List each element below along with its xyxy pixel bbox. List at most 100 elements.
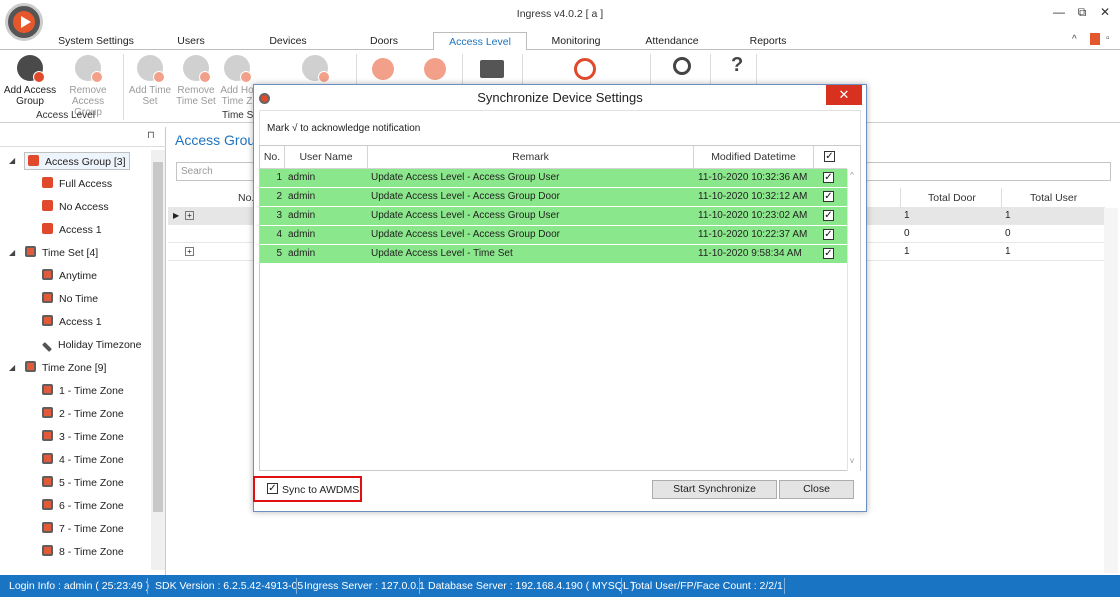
scroll-up-icon[interactable]: ^	[850, 171, 854, 180]
dialog-scrollbar[interactable]: ^ v	[847, 169, 860, 471]
tab-access-level[interactable]: Access Level	[433, 32, 527, 51]
table-row[interactable]: 5 admin Update Access Level - Time Set 1…	[260, 245, 847, 264]
clock-add-icon	[137, 55, 165, 83]
remove-circle-icon[interactable]	[424, 58, 446, 80]
column-total-door[interactable]: Total Door	[928, 192, 976, 204]
pin-icon[interactable]: ⊓	[147, 130, 155, 141]
dialog-close-icon[interactable]: ✕	[826, 85, 862, 105]
tree-item-label: Holiday Timezone	[58, 339, 142, 351]
sync-icon[interactable]	[574, 58, 596, 80]
tree-time-zone[interactable]: Time Zone [9]	[25, 359, 106, 377]
cell-remark: Update Access Level - Access Group User	[371, 210, 560, 221]
expand-row-icon[interactable]: +	[185, 211, 194, 220]
tree-item-label: 1 - Time Zone	[59, 385, 124, 397]
sync-awdms-checkbox[interactable]: ✓	[267, 483, 278, 494]
tree-item[interactable]: 7 - Time Zone	[42, 520, 124, 538]
tree-item[interactable]: Holiday Timezone	[42, 336, 141, 354]
search-icon[interactable]	[673, 57, 691, 75]
cell-total-door: 0	[904, 228, 910, 239]
cell-datetime: 11-10-2020 10:32:12 AM	[698, 191, 808, 202]
tab-monitoring[interactable]: Monitoring	[545, 32, 607, 51]
remove-time-set-label: Remove Time Set	[176, 85, 216, 107]
col-no[interactable]: No.	[260, 146, 285, 168]
tree-item-label: 6 - Time Zone	[59, 500, 124, 512]
col-modified-datetime[interactable]: Modified Datetime	[694, 146, 814, 168]
status-database-server: Database Server : 192.168.4.190 ( MYSQL …	[428, 580, 635, 592]
window-close-button[interactable]: ✕	[1096, 4, 1114, 20]
tab-users[interactable]: Users	[165, 32, 217, 51]
select-all-checkbox[interactable]: ✓	[824, 151, 835, 162]
col-remark[interactable]: Remark	[368, 146, 694, 168]
start-synchronize-button[interactable]: Start Synchronize	[652, 480, 777, 499]
tree-time-set[interactable]: Time Set [4]	[25, 244, 98, 262]
sync-awdms-label[interactable]: Sync to AWDMS	[282, 484, 359, 496]
remove-holiday-button[interactable]	[290, 52, 340, 85]
clock-icon	[42, 522, 53, 533]
lock-icon	[28, 155, 39, 166]
tab-system-settings[interactable]: System Settings	[55, 32, 137, 51]
tab-attendance[interactable]: Attendance	[640, 32, 704, 51]
help-icon[interactable]: ?	[731, 54, 743, 77]
cell-datetime: 11-10-2020 10:22:37 AM	[698, 229, 808, 240]
table-row[interactable]: 1 admin Update Access Level - Access Gro…	[260, 169, 847, 188]
minimize-button[interactable]: —	[1050, 4, 1068, 20]
tree-item[interactable]: 1 - Time Zone	[42, 382, 124, 400]
tree-item-label: 7 - Time Zone	[59, 523, 124, 535]
scroll-down-icon[interactable]: v	[850, 456, 854, 465]
tree-item[interactable]: Access 1	[42, 313, 102, 331]
scrollbar-thumb[interactable]	[153, 162, 163, 512]
table-row[interactable]: 3 admin Update Access Level - Access Gro…	[260, 207, 847, 226]
table-row[interactable]: 2 admin Update Access Level - Access Gro…	[260, 188, 847, 207]
tab-doors[interactable]: Doors	[358, 32, 410, 51]
tree-item[interactable]: No Time	[42, 290, 98, 308]
table-row[interactable]: 4 admin Update Access Level - Access Gro…	[260, 226, 847, 245]
tree-item[interactable]: 4 - Time Zone	[42, 451, 124, 469]
tree-item[interactable]: Full Access	[42, 175, 112, 193]
add-access-group-button[interactable]: Add Access Group	[2, 52, 58, 107]
tree-access-group[interactable]: Access Group [3]	[24, 152, 130, 170]
row-checkbox[interactable]: ✓	[823, 191, 834, 202]
tree-item[interactable]: 2 - Time Zone	[42, 405, 124, 423]
tab-devices[interactable]: Devices	[262, 32, 314, 51]
expand-arrow-icon[interactable]: ◢	[9, 156, 15, 165]
column-no[interactable]: No.	[238, 192, 254, 204]
cell-total-user: 1	[1005, 246, 1011, 257]
dialog-title: Synchronize Device Settings	[477, 90, 643, 105]
remove-time-set-button[interactable]: Remove Time Set	[171, 52, 221, 107]
row-checkbox[interactable]: ✓	[823, 229, 834, 240]
folder-user-icon[interactable]	[480, 60, 504, 78]
add-circle-icon[interactable]	[372, 58, 394, 80]
expand-arrow-icon[interactable]: ◢	[9, 363, 15, 372]
column-divider	[1001, 188, 1002, 208]
expand-row-icon[interactable]: +	[185, 247, 194, 256]
tree-item[interactable]: 8 - Time Zone	[42, 543, 124, 561]
row-checkbox[interactable]: ✓	[823, 210, 834, 221]
car-add-icon	[224, 55, 252, 83]
tab-reports[interactable]: Reports	[742, 32, 794, 51]
status-ingress-server: Ingress Server : 127.0.0.1	[304, 580, 425, 592]
row-checkbox[interactable]: ✓	[823, 248, 834, 259]
column-total-user[interactable]: Total User	[1030, 192, 1077, 204]
remove-access-group-button[interactable]: Remove Access Group	[60, 52, 116, 118]
close-button[interactable]: Close	[779, 480, 854, 499]
add-holiday-timezone-button[interactable]: Add Ho Time Z	[217, 52, 257, 107]
tree-item[interactable]: Anytime	[42, 267, 97, 285]
tree-item[interactable]: 5 - Time Zone	[42, 474, 124, 492]
col-user-name[interactable]: User Name	[285, 146, 368, 168]
tree-item[interactable]: No Access	[42, 198, 109, 216]
cell-no: 1	[276, 172, 282, 183]
cell-datetime: 11-10-2020 10:32:36 AM	[698, 172, 808, 183]
grid-scrollbar[interactable]	[1104, 208, 1118, 573]
restore-button[interactable]: ⧉	[1073, 4, 1091, 20]
clock-icon	[42, 545, 53, 556]
tree-item[interactable]: 6 - Time Zone	[42, 497, 124, 515]
add-time-set-button[interactable]: Add Time Set	[124, 52, 176, 107]
clock-remove-icon	[183, 55, 211, 83]
tree-scrollbar[interactable]	[151, 150, 165, 570]
tree-item[interactable]: Access 1	[42, 221, 102, 239]
col-check[interactable]: ✓	[814, 146, 847, 168]
tree-item-label: Access 1	[59, 316, 102, 328]
expand-arrow-icon[interactable]: ◢	[9, 248, 15, 257]
tree-item[interactable]: 3 - Time Zone	[42, 428, 124, 446]
row-checkbox[interactable]: ✓	[823, 172, 834, 183]
